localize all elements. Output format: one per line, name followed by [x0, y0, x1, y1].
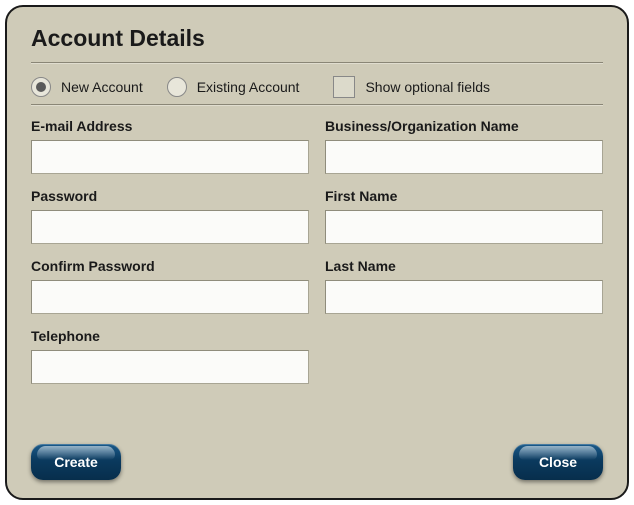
label-first-name: First Name — [325, 188, 603, 204]
checkbox-show-optional[interactable] — [333, 76, 355, 98]
field-telephone: Telephone — [31, 328, 309, 384]
radio-existing-account-label: Existing Account — [197, 79, 300, 95]
field-email: E-mail Address — [31, 118, 309, 174]
radio-new-account-label: New Account — [61, 79, 143, 95]
button-row: Create Close — [31, 444, 603, 480]
divider — [31, 62, 603, 64]
label-telephone: Telephone — [31, 328, 309, 344]
form-grid: E-mail Address Business/Organization Nam… — [31, 118, 603, 384]
field-first-name: First Name — [325, 188, 603, 244]
create-button[interactable]: Create — [31, 444, 121, 480]
field-business: Business/Organization Name — [325, 118, 603, 174]
label-business: Business/Organization Name — [325, 118, 603, 134]
divider — [31, 104, 603, 106]
input-last-name[interactable] — [325, 280, 603, 314]
close-button[interactable]: Close — [513, 444, 603, 480]
label-confirm-password: Confirm Password — [31, 258, 309, 274]
label-password: Password — [31, 188, 309, 204]
field-confirm-password: Confirm Password — [31, 258, 309, 314]
input-telephone[interactable] — [31, 350, 309, 384]
field-last-name: Last Name — [325, 258, 603, 314]
dialog-title: Account Details — [31, 25, 603, 52]
field-password: Password — [31, 188, 309, 244]
account-details-dialog: Account Details New Account Existing Acc… — [5, 5, 629, 500]
label-email: E-mail Address — [31, 118, 309, 134]
input-first-name[interactable] — [325, 210, 603, 244]
checkbox-show-optional-label: Show optional fields — [365, 79, 490, 95]
options-row: New Account Existing Account Show option… — [31, 76, 603, 98]
input-confirm-password[interactable] — [31, 280, 309, 314]
radio-new-account[interactable] — [31, 77, 51, 97]
label-last-name: Last Name — [325, 258, 603, 274]
empty-cell — [325, 328, 603, 384]
input-business[interactable] — [325, 140, 603, 174]
radio-existing-account[interactable] — [167, 77, 187, 97]
input-password[interactable] — [31, 210, 309, 244]
input-email[interactable] — [31, 140, 309, 174]
